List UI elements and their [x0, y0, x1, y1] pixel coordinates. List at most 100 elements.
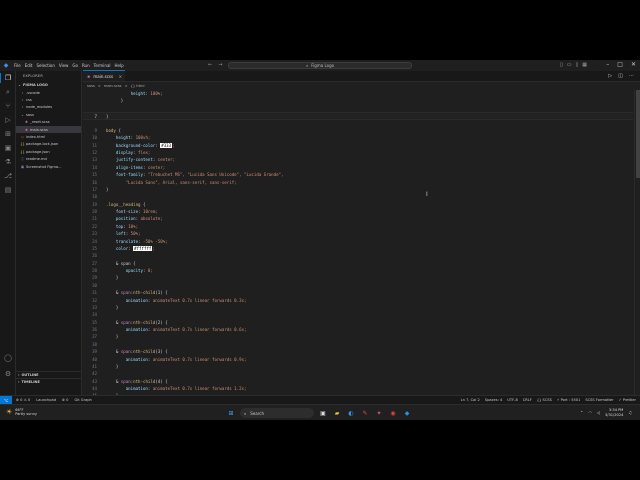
search-icon[interactable]: ⌕	[3, 87, 13, 97]
status-item[interactable]: ⊗ 0	[62, 398, 68, 402]
code-line[interactable]: 14 align-items: center;	[83, 164, 633, 171]
tree-item[interactable]: {} package-lock.json	[16, 141, 81, 148]
code-line[interactable]: 26	[83, 252, 633, 259]
clock[interactable]: 3:34 PM 3/31/2024	[605, 408, 623, 417]
file-explorer-icon[interactable]: ▰	[332, 408, 342, 418]
maximize-icon[interactable]: □	[617, 61, 623, 68]
status-item[interactable]: Spaces: 4	[485, 398, 502, 402]
command-center-search[interactable]: ⌕ Figma Logo	[228, 62, 412, 69]
code-line[interactable]: 24 translate: -50% -50%;	[83, 238, 633, 245]
manage-gear-icon[interactable]: ⚙	[3, 369, 13, 379]
task-view-icon[interactable]: ▣	[318, 408, 328, 418]
tree-item[interactable]: ⌄ sass	[16, 111, 81, 118]
tree-item[interactable]: ◇ index.html	[16, 133, 81, 140]
menu-run[interactable]: Run	[82, 63, 90, 68]
menu-help[interactable]: Help	[115, 63, 124, 68]
code-line[interactable]: 42	[83, 370, 633, 377]
git-graph-icon[interactable]: ⎇	[3, 171, 13, 181]
weather-widget[interactable]: ☀ 66°F Partly sunny	[6, 408, 37, 416]
vscode-taskbar-icon[interactable]: ◆	[402, 408, 412, 418]
forward-arrow-icon[interactable]: →	[218, 62, 222, 68]
status-item[interactable]: CRLF	[523, 398, 532, 402]
chevron-up-icon[interactable]: ⌃	[580, 410, 583, 415]
code-line[interactable]: 37 }	[83, 333, 633, 340]
status-item[interactable]: UTF-8	[507, 398, 517, 402]
code-line[interactable]: 10 height: 100vh;	[83, 134, 633, 141]
tree-item[interactable]: › node_modules	[16, 104, 81, 111]
wifi-icon[interactable]: ◠	[588, 410, 592, 415]
scrollbar-thumb[interactable]	[636, 90, 640, 178]
project-folder-header[interactable]: ⌄ FIGMA LOGO	[16, 81, 81, 89]
code-line[interactable]: 27 & span {	[83, 260, 633, 267]
code-line[interactable]	[83, 105, 633, 112]
code-line[interactable]: 29 }	[83, 274, 633, 281]
remote-explorer-icon[interactable]: ▣	[3, 143, 13, 153]
chrome-icon[interactable]: ◉	[388, 408, 398, 418]
code-line[interactable]: 11 background-color: #333;	[83, 142, 633, 149]
source-control-icon[interactable]: ⑂	[3, 101, 13, 111]
status-item[interactable]: Ln 7, Col 2	[461, 398, 480, 402]
code-line[interactable]: 36 animation: animateText 0.7s linear fo…	[83, 326, 633, 333]
code-line[interactable]: 15 font-family: "Trebuchet MS", "Lucida …	[83, 171, 633, 178]
status-item[interactable]: Launchpad	[36, 398, 56, 402]
code-line[interactable]: 17}	[83, 186, 633, 193]
split-editor-icon[interactable]: ◫	[618, 73, 623, 79]
code-line[interactable]: 21 position: absolute;	[83, 215, 633, 222]
close-window-icon[interactable]: ✕	[631, 61, 636, 68]
code-line[interactable]: 32 animation: animateText 0.7s linear fo…	[83, 297, 633, 304]
run-debug-icon[interactable]: ▷	[3, 115, 13, 125]
code-line[interactable]: 41 }	[83, 363, 633, 370]
tree-item[interactable]: ⓘ readme.md	[16, 156, 81, 163]
status-item[interactable]: ✓ Prettier	[619, 398, 636, 402]
code-line[interactable]: 12 display: flex;	[83, 149, 633, 156]
code-line[interactable]: 19 .logo__heading {	[83, 201, 633, 208]
code-line[interactable]: 34	[83, 311, 633, 318]
code-line[interactable]: 18	[83, 193, 633, 200]
app-icon[interactable]: ✎	[360, 408, 370, 418]
code-line[interactable]: 16 "Lucida Sans", Arial, sans-serif, san…	[83, 179, 633, 186]
code-line[interactable]: 9 body {	[83, 127, 633, 134]
code-line[interactable]: 25 color: #ffffff;	[83, 245, 633, 252]
code-line[interactable]: 28 opacity: 0;	[83, 267, 633, 274]
code-line[interactable]: 13 justify-content: center;	[83, 156, 633, 163]
code-line[interactable]: 40 animation: animateText 0.7s linear fo…	[83, 356, 633, 363]
code-line[interactable]: 33 }	[83, 304, 633, 311]
code-line[interactable]: 39 & span:nth-child(3) {	[83, 348, 633, 355]
code-line[interactable]: 30	[83, 282, 633, 289]
menu-view[interactable]: View	[59, 63, 69, 68]
taskbar-search[interactable]: ⌕ Search	[240, 408, 314, 418]
breadcrumb-item[interactable]: main.scss	[104, 84, 122, 88]
tree-item[interactable]: ❀ main.scss	[16, 125, 81, 134]
code-line[interactable]	[83, 120, 633, 127]
tree-item[interactable]: ❀ _reset.scss	[16, 119, 81, 126]
tree-item[interactable]: ▣ Screenshot Figma...	[16, 163, 81, 170]
testing-icon[interactable]: ⚗	[3, 157, 13, 167]
status-item[interactable]: {} SCSS	[537, 398, 552, 402]
tree-item[interactable]: {} package.json	[16, 148, 81, 155]
breadcrumb-item[interactable]: sass	[87, 84, 95, 88]
back-arrow-icon[interactable]: ←	[208, 62, 212, 68]
volume-icon[interactable]: ◁	[597, 410, 600, 415]
more-actions-icon[interactable]: ⋯	[629, 73, 634, 79]
menu-terminal[interactable]: Terminal	[94, 63, 111, 68]
code-line[interactable]: 44 animation: animateText 0.7s linear fo…	[83, 385, 633, 392]
toggle-panel-icon[interactable]: ▭	[567, 62, 572, 68]
edge-browser-icon[interactable]: ◐	[346, 408, 356, 418]
outline-section[interactable]: › OUTLINE	[16, 371, 82, 378]
minimize-icon[interactable]: –	[606, 61, 609, 68]
code-line[interactable]: 35 & span:nth-child(2) {	[83, 319, 633, 326]
tree-item[interactable]: › css	[16, 96, 81, 103]
editor-scrollbar[interactable]	[634, 90, 640, 395]
explorer-icon[interactable]: ❐	[3, 73, 13, 83]
toggle-sidebar-icon[interactable]: ▯	[560, 62, 563, 68]
code-line[interactable]: 23 left: 50%;	[83, 230, 633, 237]
menu-edit[interactable]: Edit	[25, 63, 33, 68]
docker-icon[interactable]: ▤	[3, 185, 13, 195]
breadcrumb-item[interactable]: {} html	[131, 84, 145, 88]
status-item[interactable]: ⚡ Port : 5501	[557, 398, 580, 402]
tree-item[interactable]: › .vscode	[16, 89, 81, 96]
code-line[interactable]: 20 font-size: 10rem;	[83, 208, 633, 215]
status-item[interactable]: Git Graph	[74, 398, 91, 402]
code-line[interactable]: }	[83, 97, 633, 104]
menu-file[interactable]: File	[14, 63, 21, 68]
